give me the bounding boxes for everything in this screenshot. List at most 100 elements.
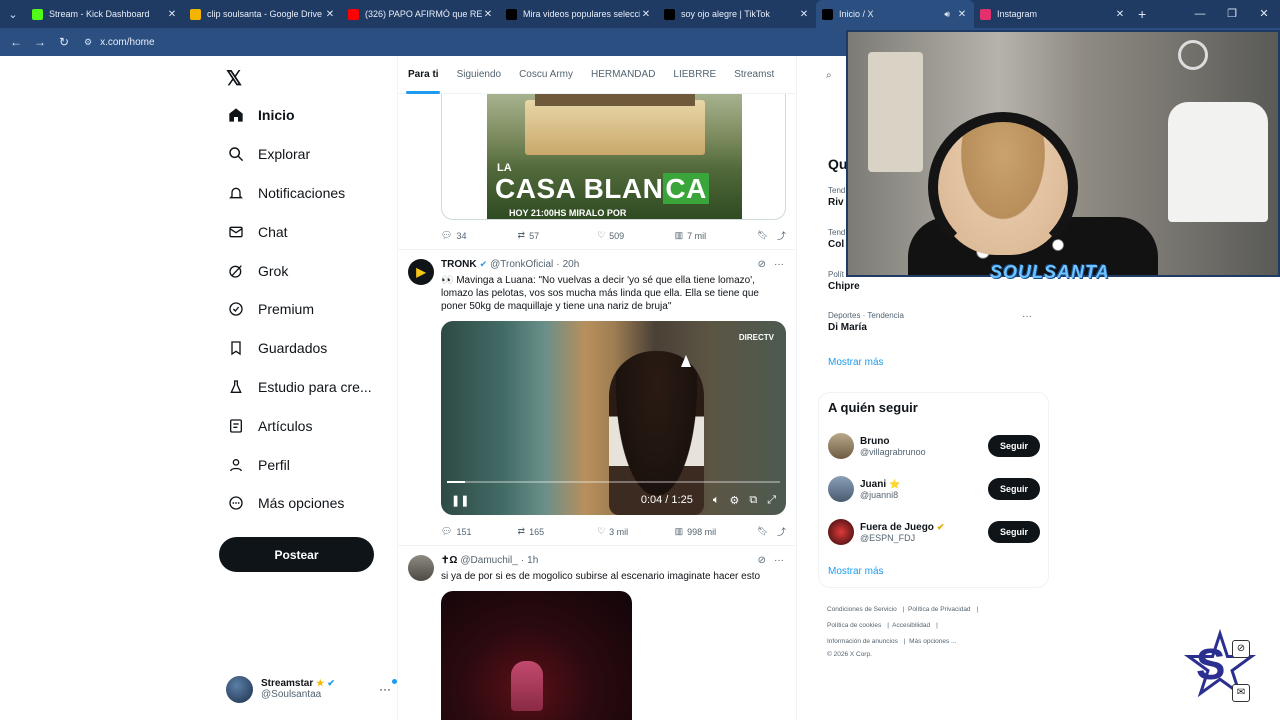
more-dots-icon[interactable]: ···	[774, 259, 784, 270]
tweet-media-image[interactable]: LA CASA BLANCA HOY 21:00HS MIRALO POR	[441, 94, 786, 220]
settings-icon[interactable]: ⚙	[729, 494, 739, 507]
nav-item-premium[interactable]: Premium	[222, 290, 392, 329]
tweet-author-name[interactable]: TRONK	[441, 259, 477, 270]
more-dots-icon[interactable]: ···	[379, 679, 397, 696]
nav-item-grok[interactable]: Grok	[222, 251, 392, 290]
footer-link[interactable]: Condiciones de Servicio	[827, 606, 897, 613]
repost-button[interactable]: ⇄ 57	[518, 230, 598, 241]
show-more-trends-link[interactable]: Mostrar más	[828, 357, 884, 368]
bookmark-button[interactable]: 🔖︎	[757, 526, 777, 537]
minimize-button[interactable]: —	[1184, 0, 1216, 28]
back-button[interactable]: ←	[4, 35, 28, 49]
like-button[interactable]: ♡ 509	[597, 230, 675, 241]
like-button[interactable]: ♡ 3 mil	[597, 526, 675, 537]
timeline-tab[interactable]: Para ti	[398, 56, 448, 94]
tweet-author-handle[interactable]: @TronkOficial	[490, 259, 553, 270]
pause-icon[interactable]: ❚❚	[451, 494, 469, 507]
close-tab-icon[interactable]: ✕	[640, 9, 652, 20]
messages-icon[interactable]: ✉	[1232, 684, 1250, 702]
timeline-tab[interactable]: Siguiendo	[448, 56, 510, 94]
browser-tab[interactable]: Stream - Kick Dashboard ✕	[26, 0, 184, 28]
nav-item-more-circle[interactable]: Más opciones	[222, 484, 392, 523]
forward-button[interactable]: →	[28, 35, 52, 49]
post-button[interactable]: Postear	[219, 537, 374, 572]
avatar[interactable]	[408, 555, 434, 581]
views-button[interactable]: ▥ 998 mil	[675, 526, 758, 537]
follow-button[interactable]: Seguir	[988, 435, 1040, 457]
browser-tab[interactable]: Inicio / X 🔊︎ ✕	[816, 0, 974, 28]
timeline-tab[interactable]: Streamst	[725, 56, 783, 94]
suggestion-handle[interactable]: @ESPN_FDJ	[860, 533, 988, 543]
restore-button[interactable]: ❐	[1216, 0, 1248, 28]
avatar[interactable]	[828, 433, 854, 459]
views-button[interactable]: ▥ 7 mil	[675, 230, 758, 241]
url-field[interactable]: ⚙ x.com/home	[84, 37, 155, 48]
nav-item-article[interactable]: Artículos	[222, 406, 392, 445]
more-dots-icon[interactable]: ···	[774, 555, 784, 566]
nav-item-home[interactable]: Inicio	[222, 96, 392, 135]
browser-tab[interactable]: Instagram ✕	[974, 0, 1132, 28]
grok-icon[interactable]: ⊘	[758, 259, 766, 270]
grok-icon[interactable]: ⊘	[1232, 640, 1250, 658]
footer-link[interactable]: Accesibilidad	[892, 622, 930, 629]
close-window-button[interactable]: ✕	[1248, 0, 1280, 28]
follow-button[interactable]: Seguir	[988, 521, 1040, 543]
pip-icon[interactable]: ⧉	[749, 494, 757, 507]
new-tab-button[interactable]: +	[1138, 6, 1146, 22]
follow-button[interactable]: Seguir	[988, 478, 1040, 500]
volume-icon[interactable]: 🔈︎	[713, 494, 720, 507]
nav-item-bookmark[interactable]: Guardados	[222, 329, 392, 368]
nav-item-person[interactable]: Perfil	[222, 445, 392, 484]
speaker-icon[interactable]: 🔊︎	[944, 9, 950, 20]
nav-item-search[interactable]: Explorar	[222, 135, 392, 174]
suggestion-name[interactable]: Bruno	[860, 436, 889, 447]
tweet-time[interactable]: 1h	[527, 555, 538, 566]
share-button[interactable]: ⤴	[777, 525, 786, 538]
suggestion-handle[interactable]: @villagrabrunoo	[860, 447, 988, 457]
suggestion-name[interactable]: Juani	[860, 479, 886, 490]
footer-link[interactable]: Política de Privacidad	[908, 606, 971, 613]
grok-icon[interactable]: ⊘	[758, 555, 766, 566]
search-icon[interactable]: ⌕	[826, 70, 832, 81]
browser-tab[interactable]: (326) PAPO AFIRMÓ que RENA ✕	[342, 0, 500, 28]
avatar[interactable]	[828, 476, 854, 502]
bookmark-button[interactable]: 🔖︎	[757, 230, 777, 241]
fullscreen-icon[interactable]: ⤢	[767, 494, 776, 507]
tweet-time[interactable]: 20h	[563, 259, 580, 270]
suggestion-handle[interactable]: @juanni8	[860, 490, 988, 500]
close-tab-icon[interactable]: ✕	[324, 9, 336, 20]
site-info-icon[interactable]: ⚙	[84, 37, 92, 48]
trend-item[interactable]: Deportes · Tendencia Di María ···	[828, 311, 1038, 333]
footer-link[interactable]: Política de cookies	[827, 622, 881, 629]
reply-button[interactable]: 💬︎ 34	[441, 230, 518, 241]
close-tab-icon[interactable]: ✕	[166, 9, 178, 20]
timeline-tab[interactable]: HERMANDAD	[582, 56, 664, 94]
avatar[interactable]	[828, 519, 854, 545]
browser-tab[interactable]: soy ojo alegre | TikTok ✕	[658, 0, 816, 28]
browser-tab[interactable]: clip soulsanta - Google Drive ✕	[184, 0, 342, 28]
close-tab-icon[interactable]: ✕	[1114, 9, 1126, 20]
show-more-follow-link[interactable]: Mostrar más	[828, 566, 884, 577]
timeline-tab[interactable]: LIEBRRE	[664, 56, 725, 94]
x-logo-icon[interactable]: 𝕏	[226, 66, 242, 91]
suggestion-name[interactable]: Fuera de Juego	[860, 522, 934, 533]
footer-link[interactable]: Información de anuncios	[827, 638, 898, 645]
browser-tab[interactable]: Mira videos populares seleccio ✕	[500, 0, 658, 28]
reply-button[interactable]: 💬︎ 151	[441, 526, 518, 537]
repost-button[interactable]: ⇄ 165	[518, 526, 598, 537]
avatar[interactable]: ▶	[408, 259, 434, 285]
timeline-tab[interactable]: Coscu Army	[510, 56, 582, 94]
footer-link[interactable]: Más opciones ...	[909, 638, 956, 645]
tab-search-menu[interactable]: ⌄	[0, 0, 26, 28]
tweet-author-name[interactable]: ✝Ω	[441, 555, 457, 566]
close-tab-icon[interactable]: ✕	[956, 9, 968, 20]
nav-item-bell[interactable]: Notificaciones	[222, 174, 392, 213]
close-tab-icon[interactable]: ✕	[798, 9, 810, 20]
account-switcher[interactable]: Streamstar ★ ✔ @Soulsantaa ···	[226, 673, 397, 705]
nav-item-mail[interactable]: Chat	[222, 212, 392, 251]
share-button[interactable]: ⤴	[777, 229, 786, 242]
close-tab-icon[interactable]: ✕	[482, 9, 494, 20]
tweet-author-handle[interactable]: @Damuchil_	[460, 555, 517, 566]
nav-item-flask[interactable]: Estudio para cre...	[222, 368, 392, 407]
tweet-video-player[interactable]: DIRECTV ❚❚ 0:04 / 1:25 🔈︎ ⚙ ⧉ ⤢	[441, 321, 786, 515]
